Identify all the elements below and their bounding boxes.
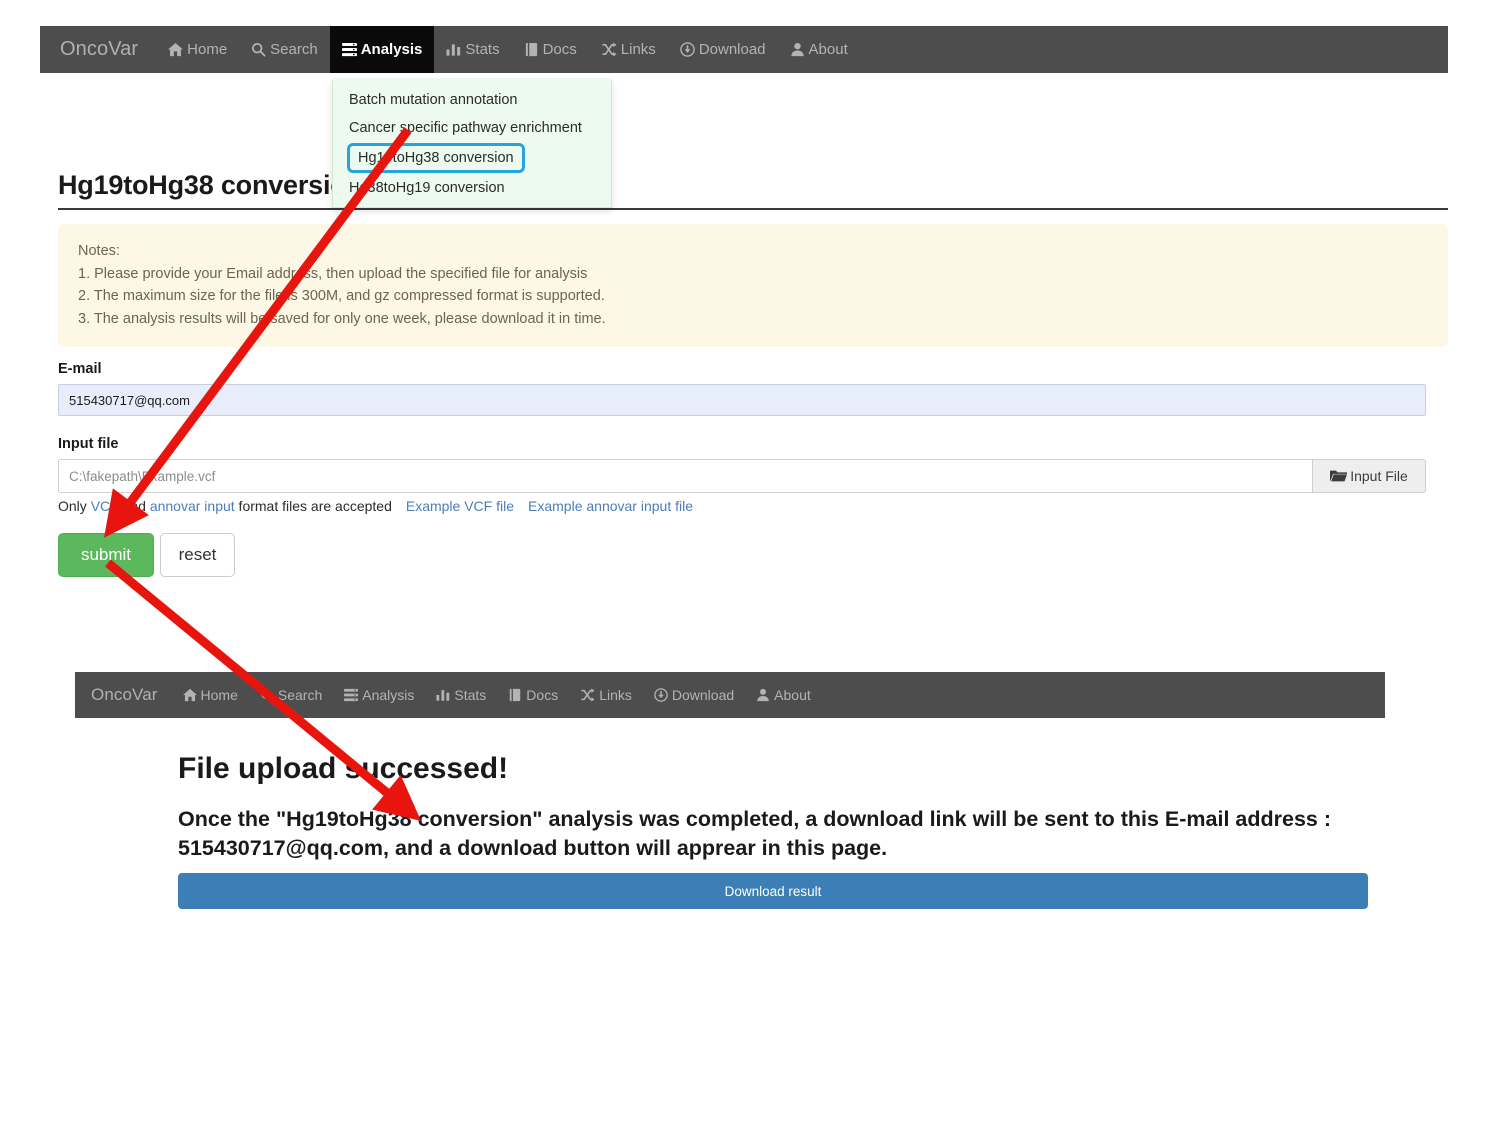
bar-chart-icon — [436, 688, 450, 702]
nav2-label-home: Home — [200, 687, 238, 703]
nav-item-stats[interactable]: Stats — [434, 26, 511, 73]
file-input-row: C:\fakepath\Example.vcf Input File — [58, 459, 1426, 493]
download-result-button[interactable]: Download result — [178, 873, 1368, 909]
upload-success-message: Once the "Hg19toHg38 conversion" analysi… — [178, 807, 1332, 860]
email-label: E-mail — [58, 361, 102, 377]
nav-label-docs: Docs — [542, 41, 577, 58]
brand-logo[interactable]: OncoVar — [40, 38, 156, 61]
shuffle-icon — [580, 688, 595, 702]
nav-item-analysis[interactable]: Analysis — [329, 26, 435, 73]
nav-label-links: Links — [620, 41, 656, 58]
nav2-label-links: Links — [599, 687, 632, 703]
nav2-item-search[interactable]: Search — [249, 672, 333, 718]
book-icon — [524, 42, 539, 57]
input-file-label: Input file — [58, 436, 119, 452]
nav2-item-home[interactable]: Home — [172, 672, 249, 718]
file-format-hint: Only VCF and annovar input format files … — [58, 498, 693, 514]
analysis-icon — [341, 42, 357, 57]
download-circle-icon — [680, 42, 695, 57]
page-root: OncoVar Home Search Analysis Stats Docs … — [0, 0, 1497, 1123]
example-vcf-file-link[interactable]: Example VCF file — [406, 498, 514, 514]
nav2-item-about[interactable]: About — [745, 672, 822, 718]
dropdown-item-cancer-specific-pathway-enrichment[interactable]: Cancer specific pathway enrichment — [333, 114, 611, 142]
title-divider — [58, 208, 1448, 210]
notes-line-2: 2. The maximum size for the file is 300M… — [78, 288, 605, 304]
shuffle-icon — [601, 42, 617, 57]
download-circle-icon — [654, 688, 668, 702]
dropdown-cap — [333, 78, 611, 80]
search-icon — [260, 688, 274, 702]
nav2-label-search: Search — [277, 687, 323, 703]
search-icon — [251, 42, 266, 57]
file-path-field[interactable]: C:\fakepath\Example.vcf — [58, 459, 1313, 493]
nav2-item-analysis[interactable]: Analysis — [333, 672, 425, 718]
notes-panel: Notes: 1. Please provide your Email addr… — [58, 224, 1448, 347]
example-annovar-input-file-link[interactable]: Example annovar input file — [528, 498, 693, 514]
hint-prefix: Only — [58, 498, 91, 514]
hint-suffix: format files are accepted — [234, 498, 392, 514]
notes-line-3: 3. The analysis results will be saved fo… — [78, 310, 606, 327]
home-icon — [182, 688, 197, 702]
dropdown-item-hg19tohg38-conversion[interactable]: Hg19toHg38 conversion — [347, 143, 525, 173]
nav-label-download: Download — [698, 41, 766, 58]
user-icon — [790, 42, 805, 57]
dropdown-item-batch-mutation-annotation[interactable]: Batch mutation annotation — [333, 86, 611, 114]
bar-chart-icon — [446, 42, 461, 57]
nav-item-download[interactable]: Download — [668, 26, 778, 73]
nav2-item-links[interactable]: Links — [569, 672, 643, 718]
user-icon — [756, 688, 770, 702]
dropdown-selected-wrap: Hg19toHg38 conversion — [333, 142, 611, 174]
upload-success-title: File upload successed! — [178, 752, 509, 785]
book-icon — [508, 688, 522, 702]
reset-button[interactable]: reset — [160, 533, 235, 577]
nav-label-stats: Stats — [465, 41, 500, 58]
nav-item-search[interactable]: Search — [239, 26, 330, 73]
nav2-label-stats: Stats — [454, 687, 487, 703]
nav-label-home: Home — [187, 41, 228, 58]
secondary-navbar: OncoVar Home Search Analysis Stats Docs … — [75, 672, 1385, 718]
nav2-label-download: Download — [671, 687, 735, 703]
dropdown-item-hg38tohg19-conversion[interactable]: Hg38toHg19 conversion — [333, 174, 611, 202]
nav2-item-docs[interactable]: Docs — [497, 672, 569, 718]
nav-label-search: Search — [270, 41, 318, 58]
annovar-input-link[interactable]: annovar input — [150, 498, 235, 514]
analysis-icon — [344, 688, 359, 702]
nav-item-links[interactable]: Links — [589, 26, 668, 73]
nav2-item-stats[interactable]: Stats — [425, 672, 497, 718]
notes-line-1: 1. Please provide your Email address, th… — [78, 265, 588, 282]
primary-navbar: OncoVar Home Search Analysis Stats Docs … — [40, 26, 1448, 73]
nav2-item-download[interactable]: Download — [643, 672, 745, 718]
home-icon — [168, 42, 184, 57]
nav2-label-about: About — [774, 687, 811, 703]
page-title: Hg19toHg38 conversion — [58, 170, 363, 200]
input-file-button-label: Input File — [1350, 468, 1408, 484]
input-file-button[interactable]: Input File — [1313, 459, 1426, 493]
nav-item-docs[interactable]: Docs — [512, 26, 589, 73]
nav2-label-docs: Docs — [526, 687, 559, 703]
folder-open-icon — [1330, 469, 1348, 483]
nav-item-home[interactable]: Home — [156, 26, 239, 73]
vcf-link[interactable]: VCF — [91, 498, 119, 514]
brand-logo-secondary[interactable]: OncoVar — [75, 685, 172, 705]
notes-heading: Notes: — [78, 243, 120, 259]
analysis-dropdown-menu: Batch mutation annotation Cancer specifi… — [332, 78, 612, 208]
nav-item-about[interactable]: About — [778, 26, 860, 73]
nav2-label-analysis: Analysis — [362, 687, 415, 703]
nav-label-analysis: Analysis — [360, 41, 423, 58]
hint-mid: and — [118, 498, 150, 514]
submit-button[interactable]: submit — [58, 533, 154, 577]
email-input[interactable] — [58, 384, 1426, 416]
nav-label-about: About — [808, 41, 848, 58]
